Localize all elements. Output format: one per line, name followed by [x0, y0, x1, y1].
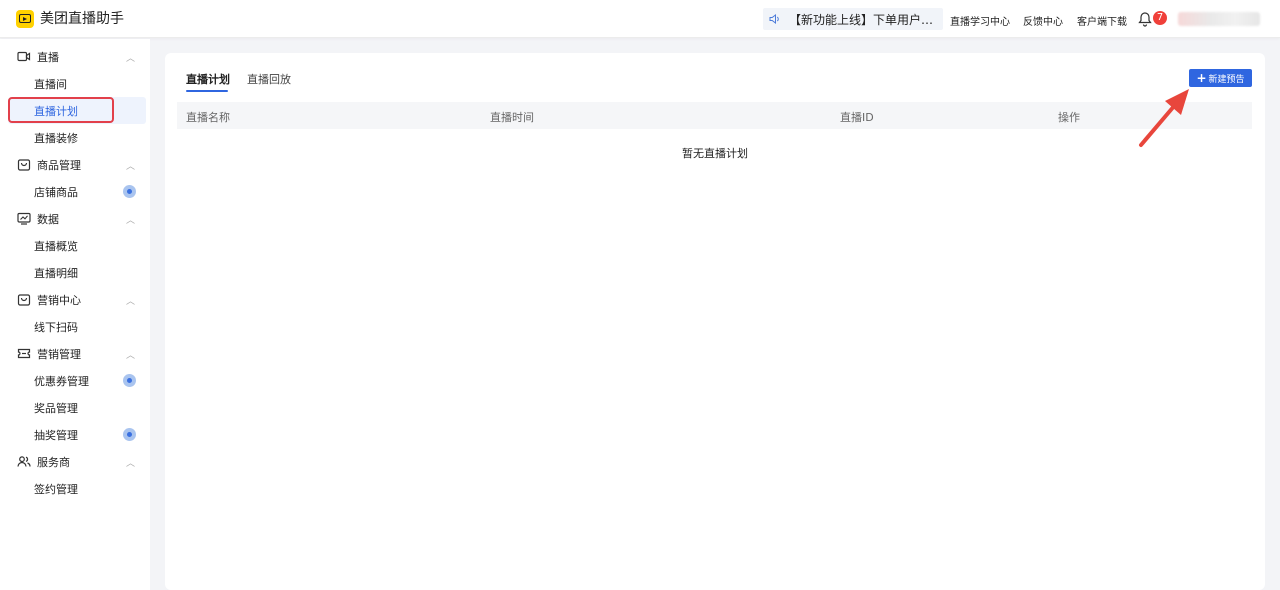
sidebar-group-label: 营销中心	[37, 294, 81, 307]
speaker-icon	[769, 13, 781, 25]
sidebar-group-label: 数据	[37, 213, 59, 226]
sidebar-group-data[interactable]: 数据 ︿	[0, 205, 150, 232]
sidebar-group-products[interactable]: 商品管理 ︿	[0, 151, 150, 178]
new-preview-button[interactable]: + 新建预告	[1189, 69, 1252, 87]
sidebar-item-prize-management[interactable]: 奖品管理	[8, 394, 146, 421]
chevron-up-icon: ︿	[126, 351, 136, 361]
sidebar-group-marketing-center[interactable]: 营销中心 ︿	[0, 286, 150, 313]
sidebar-item-live-room[interactable]: 直播间	[8, 70, 146, 97]
bell-icon[interactable]	[1138, 11, 1152, 27]
user-name-blurred[interactable]	[1178, 12, 1260, 26]
shopping-bag-icon	[17, 158, 31, 171]
sidebar-group-label: 服务商	[37, 456, 70, 469]
sidebar-item-label: 奖品管理	[34, 402, 78, 415]
sidebar-item-live-overview[interactable]: 直播概览	[8, 232, 146, 259]
column-header-id: 直播ID	[840, 111, 874, 124]
ticket-icon	[17, 347, 31, 360]
sidebar-item-label: 直播间	[34, 78, 67, 91]
feedback-center-link[interactable]: 反馈中心	[1023, 13, 1063, 28]
new-preview-button-label: 新建预告	[1208, 75, 1245, 85]
client-download-link[interactable]: 客户端下载	[1077, 13, 1127, 28]
main-content-panel: 直播计划 直播回放 + 新建预告 直播名称 直播时间 直播ID 操作 暂无直播计划	[165, 53, 1265, 590]
app-logo-icon	[16, 10, 34, 28]
column-header-time: 直播时间	[490, 111, 534, 124]
sidebar-item-label: 直播装修	[34, 132, 78, 145]
notification-badge: 7	[1153, 11, 1167, 25]
sidebar-item-label: 优惠券管理	[34, 375, 89, 388]
app-title: 美团直播助手	[40, 11, 124, 27]
new-feature-dot-icon	[123, 185, 136, 198]
active-tab-indicator	[186, 90, 228, 92]
annotation-highlight-box	[8, 97, 114, 123]
chevron-up-icon: ︿	[126, 216, 136, 226]
shopping-bag-icon	[17, 293, 31, 306]
tab-live-replay[interactable]: 直播回放	[247, 71, 291, 87]
chevron-up-icon: ︿	[126, 459, 136, 469]
sidebar-group-marketing-management[interactable]: 营销管理 ︿	[0, 340, 150, 367]
chevron-up-icon: ︿	[126, 297, 136, 307]
annotation-arrow-icon	[1139, 89, 1189, 147]
new-feature-dot-icon	[123, 428, 136, 441]
users-icon	[17, 455, 31, 468]
chevron-up-icon: ︿	[126, 54, 136, 64]
sidebar-item-label: 线下扫码	[34, 321, 78, 334]
chart-monitor-icon	[17, 212, 31, 225]
empty-state-text: 暂无直播计划	[682, 147, 748, 160]
sidebar-group-label: 商品管理	[37, 159, 81, 172]
table-header: 直播名称 直播时间 直播ID 操作	[177, 102, 1252, 129]
sidebar-item-label: 签约管理	[34, 483, 78, 496]
sidebar-group-service-provider[interactable]: 服务商 ︿	[0, 448, 150, 475]
video-camera-icon	[17, 50, 31, 63]
chevron-up-icon: ︿	[126, 162, 136, 172]
sidebar-item-label: 抽奖管理	[34, 429, 78, 442]
sidebar-item-label: 店铺商品	[34, 186, 78, 199]
learning-center-link[interactable]: 直播学习中心	[950, 13, 1010, 28]
sidebar-item-contract-management[interactable]: 签约管理	[8, 475, 146, 502]
plus-icon: +	[1196, 71, 1207, 85]
new-feature-dot-icon	[123, 374, 136, 387]
tab-live-plan[interactable]: 直播计划	[186, 71, 230, 87]
top-header: 美团直播助手 【新功能上线】下单用户可参与... 直播学习中心 反馈中心 客户端…	[0, 0, 1280, 38]
sidebar-item-label: 直播明细	[34, 267, 78, 280]
sidebar-group-live[interactable]: 直播 ︿	[0, 43, 150, 70]
sidebar-group-label: 直播	[37, 51, 59, 64]
sidebar-item-live-decoration[interactable]: 直播装修	[8, 124, 146, 151]
column-header-actions: 操作	[1058, 111, 1080, 124]
announcement-bar[interactable]: 【新功能上线】下单用户可参与...	[763, 8, 943, 30]
sidebar-group-label: 营销管理	[37, 348, 81, 361]
sidebar-item-offline-scan[interactable]: 线下扫码	[8, 313, 146, 340]
sidebar-item-label: 直播概览	[34, 240, 78, 253]
column-header-name: 直播名称	[186, 111, 230, 124]
announcement-text: 【新功能上线】下单用户可参与...	[789, 12, 939, 27]
sidebar-item-live-details[interactable]: 直播明细	[8, 259, 146, 286]
